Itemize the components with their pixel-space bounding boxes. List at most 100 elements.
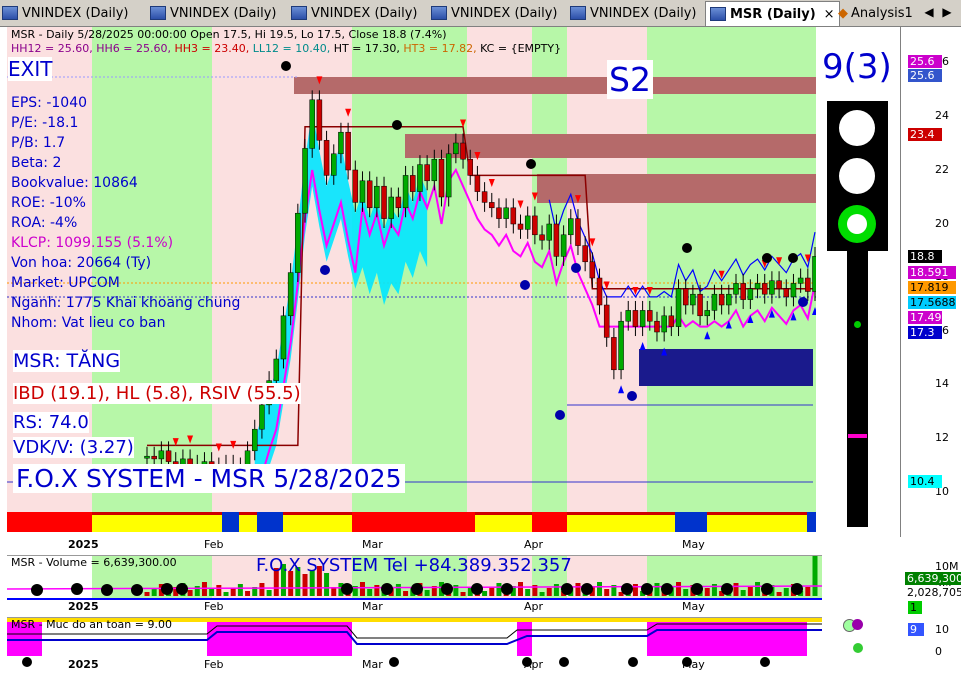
safety-dot-6 <box>760 657 770 667</box>
safety-zone-2 <box>207 622 352 656</box>
fundamental-8: Von hoa: 20664 (Ty) <box>11 255 152 271</box>
candle-body-92 <box>805 277 811 292</box>
candle-body-22 <box>302 148 308 214</box>
candle-body-78 <box>704 310 711 317</box>
header-level-1: HH6 = 25.60, <box>96 42 175 55</box>
candle-body-24 <box>316 99 323 141</box>
candle-body-70 <box>647 310 653 322</box>
close-tab-button[interactable]: × <box>824 7 835 22</box>
volume-bar-55 <box>539 592 545 596</box>
candle-body-16 <box>259 404 265 430</box>
volume-bar-89 <box>783 588 789 596</box>
top-marker-4 <box>762 253 772 263</box>
tab-vnindex-5[interactable]: VNINDEX (Daily) <box>570 2 696 24</box>
month-label-2025-2: 2025 <box>68 658 99 671</box>
candle-body-3 <box>165 450 172 462</box>
month-label-Feb-2: Feb <box>204 658 224 671</box>
volume-bar-35 <box>395 584 401 596</box>
signal-count-label: 9(3) <box>822 47 892 87</box>
chart-icon <box>150 6 166 20</box>
volume-dot-1 <box>71 583 83 595</box>
trend-strip-top-1 <box>92 512 222 515</box>
candle-body-80 <box>718 293 725 306</box>
trend-strip-8 <box>532 514 567 532</box>
candle-body-44 <box>460 142 466 160</box>
volume-bar-17 <box>266 590 272 596</box>
candle-body-69 <box>639 310 646 327</box>
top-marker-0 <box>281 61 291 71</box>
trend-strip-top-11 <box>707 512 807 515</box>
candle-body-73 <box>668 315 675 327</box>
candle-body-91 <box>797 277 804 284</box>
price-chart[interactable] <box>7 27 822 537</box>
volume-bar-60 <box>575 583 581 596</box>
volume-bar-16 <box>259 583 265 596</box>
candle-body-15 <box>251 428 258 452</box>
volume-dot-12 <box>561 583 573 595</box>
candle-body-36 <box>402 175 409 209</box>
trend-strip-6 <box>352 514 475 532</box>
volume-bar-71 <box>654 583 660 596</box>
price-tick-12: 12 <box>935 431 949 444</box>
header-level-5: HT3 = 17.82, <box>403 42 481 55</box>
tab-scroll-left-button[interactable]: ◀ <box>922 4 936 20</box>
trend-strip-4 <box>257 514 283 532</box>
chart-icon <box>2 6 18 20</box>
zone-4 <box>467 27 532 512</box>
safety-title: MSR - Muc do an toan = 9.00 <box>11 618 172 631</box>
tab-vnindex-1[interactable]: VNINDEX (Daily) <box>2 2 128 24</box>
tab-analysis1[interactable]: ◆ Analysis1 <box>838 2 913 24</box>
chart-icon <box>570 6 586 20</box>
buy-marker-3 <box>520 280 530 290</box>
tab-vnindex-2[interactable]: VNINDEX (Daily) <box>150 2 276 24</box>
candle-body-26 <box>331 153 337 176</box>
tab-vnindex-4[interactable]: VNINDEX (Daily) <box>431 2 557 24</box>
top-marker-3 <box>682 243 692 253</box>
price-tick-22: 22 <box>935 163 949 176</box>
candle-body-51 <box>510 207 517 225</box>
trend-strip-5 <box>283 514 352 532</box>
candle-body-42 <box>445 153 452 198</box>
price-pane[interactable] <box>7 27 822 537</box>
traffic-light <box>827 101 888 251</box>
price-tag-5: 17.819 <box>908 281 956 294</box>
tab-msr[interactable]: MSR (Daily) × <box>705 1 840 26</box>
candle-body-90 <box>790 283 797 298</box>
volume-bar-9 <box>209 589 215 596</box>
buy-marker-0 <box>320 265 330 275</box>
candle-body-58 <box>560 234 567 257</box>
tab-bar: VNINDEX (Daily) VNINDEX (Daily) VNINDEX … <box>0 0 961 27</box>
volume-bar-64 <box>604 589 610 596</box>
tel-label: F.O.X SYSTEM Tel +84.389.352.357 <box>256 555 572 576</box>
volume-dot-10 <box>471 583 483 595</box>
trend-strip-top-8 <box>532 512 567 515</box>
volume-bar-68 <box>632 584 638 596</box>
candle-body-52 <box>517 223 524 230</box>
volume-dot-16 <box>661 583 673 595</box>
tab-scroll-right-button[interactable]: ▶ <box>940 4 954 20</box>
safety-dot-0 <box>22 657 32 667</box>
price-tick-20: 20 <box>935 217 949 230</box>
candle-body-53 <box>524 215 531 230</box>
candle-body-72 <box>661 315 667 333</box>
price-tag-1: 25.6 <box>908 69 942 82</box>
buy-marker-1 <box>555 410 565 420</box>
candle-body-56 <box>546 223 552 241</box>
system-label: F.O.X SYSTEM - MSR 5/28/2025 <box>13 464 405 493</box>
volume-bar-88 <box>776 592 782 596</box>
candle-body-63 <box>596 277 603 306</box>
candle-body-50 <box>503 207 509 219</box>
candle-body-40 <box>431 158 438 182</box>
safety-tag: 9 <box>908 623 924 636</box>
safety-zone-5 <box>532 622 647 656</box>
candle-body-89 <box>783 288 790 298</box>
analysis-icon: ◆ <box>838 5 848 21</box>
trend-strip-1 <box>92 514 222 532</box>
candle-body-47 <box>481 191 488 203</box>
volume-bar-74 <box>676 582 682 596</box>
month-label-May-1: May <box>682 600 705 613</box>
candle-body-39 <box>424 164 430 182</box>
top-marker-1 <box>392 120 402 130</box>
price-tag-0: 25.6 <box>908 55 942 68</box>
tab-vnindex-3[interactable]: VNINDEX (Daily) <box>291 2 417 24</box>
